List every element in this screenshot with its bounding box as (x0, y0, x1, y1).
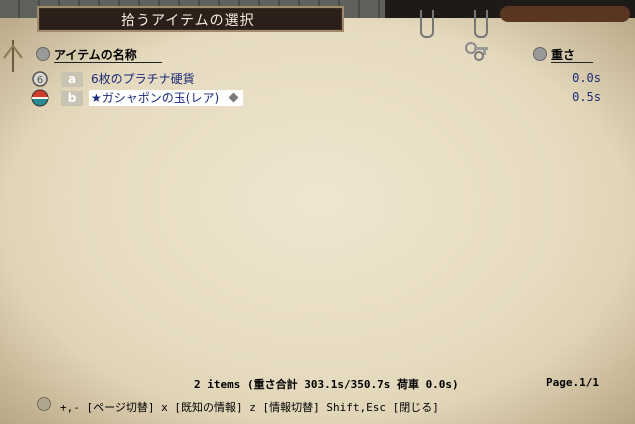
hook-icon (420, 10, 434, 38)
column-header-name[interactable]: アイテムの名称 (54, 46, 162, 63)
coin-icon: 6 (32, 71, 48, 87)
page-indicator: Page.1/1 (546, 376, 599, 389)
svg-text:6: 6 (37, 75, 43, 86)
summary-status: 2 items (重さ合計 303.1s/350.7s 荷車 0.0s) (194, 378, 459, 391)
pickup-window: 拾うアイテムの選択 アイテムの名称 重さ 6 a 6枚のプラチナ硬貨 0.0s (0, 0, 635, 424)
gacha-ball-icon (31, 89, 49, 107)
keys-icon (465, 42, 488, 61)
item-weight: 0.5s (572, 90, 601, 104)
list-item[interactable]: 6 a 6枚のプラチナ硬貨 0.0s (31, 70, 601, 88)
scale-icon (3, 40, 23, 72)
item-weight: 0.0s (572, 71, 601, 85)
list-item-selected[interactable]: b ★ガシャポンの玉(レア) 0.5s (31, 89, 601, 107)
item-key: b (61, 91, 83, 106)
sort-left-icon[interactable] (533, 47, 547, 61)
hook-icon (474, 10, 488, 38)
item-key: a (61, 72, 83, 87)
sort-left-icon[interactable] (36, 47, 50, 61)
column-header-weight[interactable]: 重さ (551, 46, 593, 63)
window-title: 拾うアイテムの選択 (37, 6, 344, 32)
hint-icon (37, 397, 51, 411)
weapon-icon (500, 6, 630, 22)
item-name[interactable]: ★ガシャポンの玉(レア) (89, 90, 244, 106)
item-name[interactable]: 6枚のプラチナ硬貨 (89, 71, 197, 87)
selected-marker-icon (228, 92, 239, 103)
key-help: +,- [ページ切替] x [既知の情報] z [情報切替] Shift,Esc… (60, 401, 439, 414)
item-name-text: ★ガシャポンの玉(レア) (91, 91, 220, 105)
